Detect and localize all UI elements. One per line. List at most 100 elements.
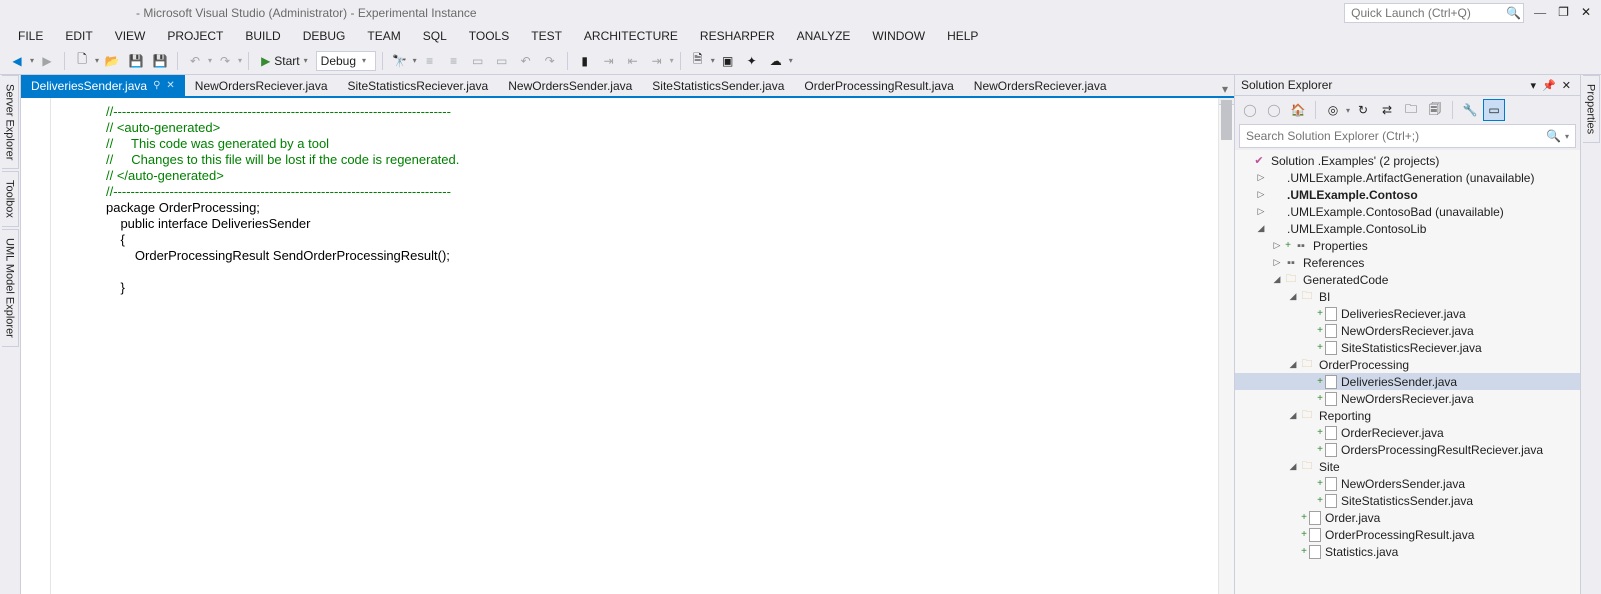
tree-item[interactable]: ✔Solution .Examples' (2 projects) (1235, 152, 1580, 169)
menu-file[interactable]: FILE (8, 27, 53, 45)
tree-item[interactable]: +OrdersProcessingResultReciever.java (1235, 441, 1580, 458)
minimize-button[interactable]: — (1534, 5, 1546, 20)
expand-icon[interactable]: ◢ (1255, 223, 1267, 234)
tree-item[interactable]: +SiteStatisticsSender.java (1235, 492, 1580, 509)
menu-tools[interactable]: TOOLS (459, 27, 519, 45)
search-icon[interactable]: 🔍 (1506, 6, 1521, 20)
expand-icon[interactable]: ◢ (1287, 410, 1299, 421)
nav-forward-button[interactable]: ▶ (36, 50, 58, 72)
new-project-button[interactable]: 🗋 (71, 50, 93, 72)
extension-button-4[interactable]: ☁ (765, 50, 787, 72)
tree-item[interactable]: ▷+▪▪Properties (1235, 237, 1580, 254)
tree-item[interactable]: +SiteStatisticsReciever.java (1235, 339, 1580, 356)
menu-debug[interactable]: DEBUG (293, 27, 356, 45)
tree-item[interactable]: +NewOrdersReciever.java (1235, 322, 1580, 339)
tree-item[interactable]: ◢🗀Reporting (1235, 407, 1580, 424)
start-debug-button[interactable]: ▶ Start ▾ (255, 50, 314, 72)
undo-button[interactable]: ↶ (184, 50, 206, 72)
properties-icon[interactable]: 🔧 (1459, 99, 1481, 121)
collapse-icon[interactable]: ⇄ (1376, 99, 1398, 121)
undo2-button[interactable]: ↶ (515, 50, 537, 72)
uncomment-button[interactable]: ≡ (443, 50, 465, 72)
menu-architecture[interactable]: ARCHITECTURE (574, 27, 688, 45)
menu-team[interactable]: TEAM (357, 27, 410, 45)
expand-icon[interactable]: ▷ (1271, 240, 1283, 251)
code-editor[interactable]: //--------------------------------------… (51, 98, 1218, 594)
menu-build[interactable]: BUILD (235, 27, 290, 45)
document-tab[interactable]: NewOrdersReciever.java (185, 75, 338, 96)
expand-icon[interactable]: ▷ (1255, 172, 1267, 183)
tool-tab-toolbox[interactable]: Toolbox (2, 171, 19, 227)
back-icon[interactable]: ◯ (1239, 99, 1261, 121)
tree-item[interactable]: +Statistics.java (1235, 543, 1580, 560)
step-button-1[interactable]: ▮ (574, 50, 596, 72)
tree-item[interactable]: ◢🗀BI (1235, 288, 1580, 305)
toolbar-icon[interactable]: ▭ (491, 50, 513, 72)
tree-item[interactable]: ◢.UMLExample.ContosoLib (1235, 220, 1580, 237)
menu-window[interactable]: WINDOW (862, 27, 935, 45)
save-all-button[interactable]: 💾 (149, 50, 171, 72)
toggle-button[interactable]: ▭ (467, 50, 489, 72)
tool-tab-server-explorer[interactable]: Server Explorer (2, 75, 19, 169)
pin-icon[interactable]: ⚲ (153, 80, 160, 91)
restore-button[interactable]: ❐ (1558, 5, 1569, 20)
open-file-button[interactable]: 📂 (101, 50, 123, 72)
tree-item[interactable]: ◢🗀Site (1235, 458, 1580, 475)
tree-item[interactable]: ◢🗀OrderProcessing (1235, 356, 1580, 373)
menu-sql[interactable]: SQL (413, 27, 457, 45)
tree-item[interactable]: +DeliveriesSender.java (1235, 373, 1580, 390)
save-button[interactable]: 💾 (125, 50, 147, 72)
scroll-thumb[interactable] (1221, 100, 1232, 140)
quick-launch-input[interactable] (1351, 6, 1506, 20)
menu-help[interactable]: HELP (937, 27, 988, 45)
refresh-icon[interactable]: ↻ (1352, 99, 1374, 121)
expand-icon[interactable]: ◢ (1287, 291, 1299, 302)
menu-view[interactable]: VIEW (105, 27, 156, 45)
solution-search[interactable]: 🔍 ▾ (1239, 124, 1576, 148)
expand-icon[interactable]: ▷ (1255, 189, 1267, 200)
menu-test[interactable]: TEST (521, 27, 572, 45)
expand-icon[interactable]: ◢ (1271, 274, 1283, 285)
menu-analyze[interactable]: ANALYZE (787, 27, 861, 45)
sync-icon[interactable]: ◎ (1322, 99, 1344, 121)
preview-icon[interactable]: ▭ (1483, 99, 1505, 121)
document-tab[interactable]: NewOrdersSender.java (498, 75, 642, 96)
configuration-dropdown[interactable]: Debug ▾ (316, 51, 376, 71)
document-tab[interactable]: DeliveriesSender.java⚲✕ (21, 75, 185, 96)
forward-icon[interactable]: ◯ (1263, 99, 1285, 121)
document-tab[interactable]: SiteStatisticsSender.java (642, 75, 794, 96)
tree-item[interactable]: +NewOrdersReciever.java (1235, 390, 1580, 407)
panel-pin-button[interactable]: 📌 (1539, 79, 1559, 92)
tree-item[interactable]: ▷.UMLExample.ContosoBad (unavailable) (1235, 203, 1580, 220)
tree-item[interactable]: +DeliveriesReciever.java (1235, 305, 1580, 322)
tab-overflow-button[interactable]: ▾ (1216, 82, 1234, 96)
solution-search-input[interactable] (1246, 129, 1546, 143)
tool-tab-properties[interactable]: Properties (1583, 75, 1600, 143)
find-button[interactable]: 🔭 (389, 50, 411, 72)
step-button-4[interactable]: ⇥ (646, 50, 668, 72)
quick-launch[interactable]: 🔍 (1344, 3, 1524, 23)
document-tab[interactable]: NewOrdersReciever.java (964, 75, 1117, 96)
tree-item[interactable]: ▷▪▪References (1235, 254, 1580, 271)
extension-button-1[interactable]: 🗎 (687, 50, 709, 72)
tree-item[interactable]: +NewOrdersSender.java (1235, 475, 1580, 492)
document-tab[interactable]: SiteStatisticsReciever.java (338, 75, 499, 96)
step-button-3[interactable]: ⇤ (622, 50, 644, 72)
tree-item[interactable]: +OrderReciever.java (1235, 424, 1580, 441)
close-icon[interactable]: ✕ (166, 80, 174, 91)
home-icon[interactable]: 🏠 (1287, 99, 1309, 121)
copy-icon[interactable]: 🗐 (1424, 99, 1446, 121)
tree-item[interactable]: +Order.java (1235, 509, 1580, 526)
tree-item[interactable]: ▷.UMLExample.ArtifactGeneration (unavail… (1235, 169, 1580, 186)
show-all-icon[interactable]: 🗀 (1400, 99, 1422, 121)
tree-item[interactable]: ▷.UMLExample.Contoso (1235, 186, 1580, 203)
panel-close-button[interactable]: ✕ (1559, 79, 1574, 92)
close-button[interactable]: ✕ (1581, 5, 1591, 20)
tool-tab-uml-model-explorer[interactable]: UML Model Explorer (2, 229, 19, 347)
expand-icon[interactable]: ◢ (1287, 461, 1299, 472)
panel-dropdown-button[interactable]: ▾ (1528, 79, 1540, 92)
menu-project[interactable]: PROJECT (157, 27, 233, 45)
search-icon[interactable]: 🔍 (1546, 129, 1561, 143)
tree-item[interactable]: ◢🗀GeneratedCode (1235, 271, 1580, 288)
nav-back-button[interactable]: ◀ (6, 50, 28, 72)
